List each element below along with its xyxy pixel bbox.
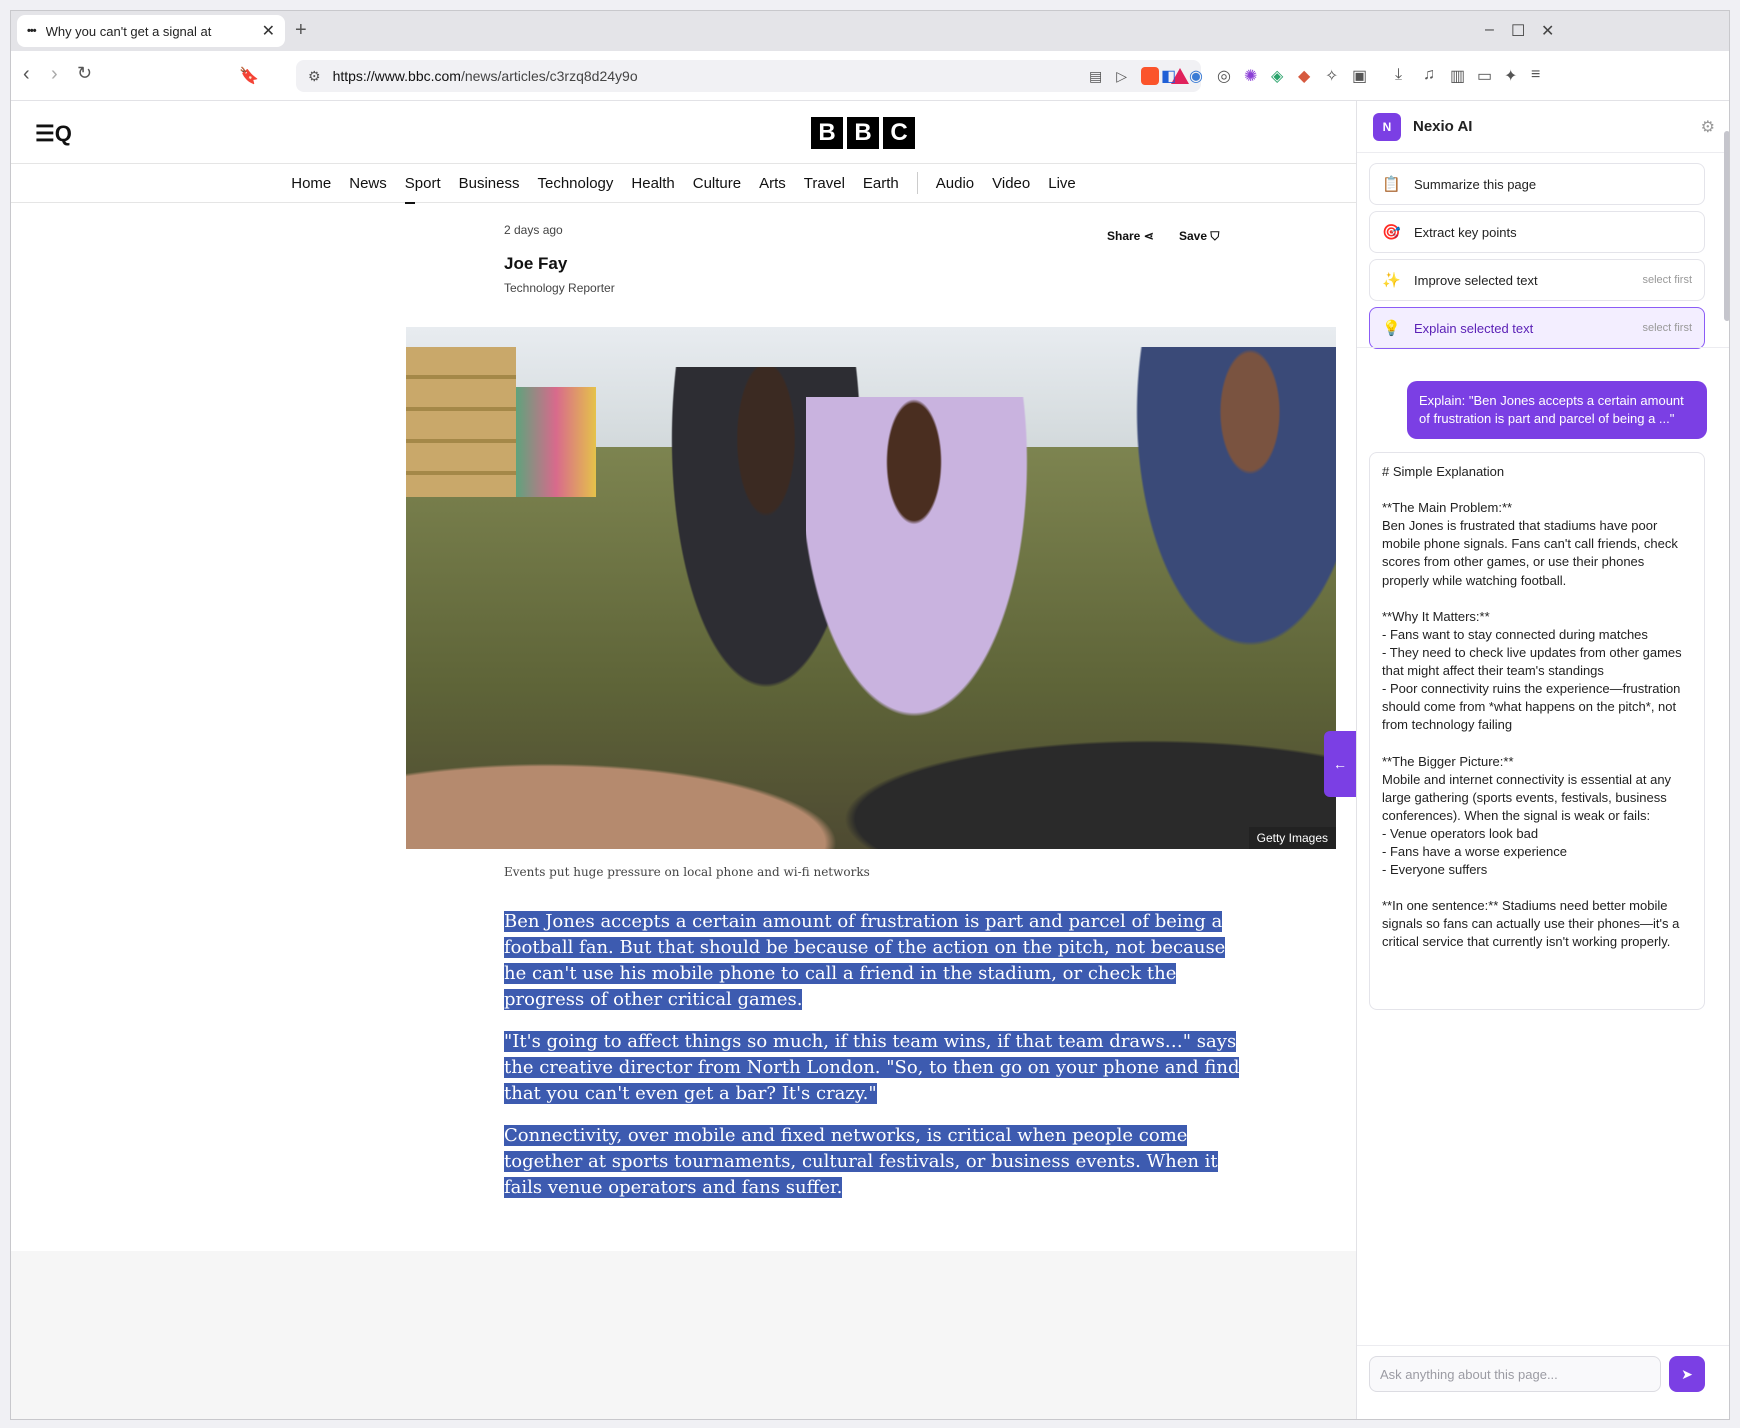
tab-close-icon[interactable]: ✕: [262, 21, 275, 41]
download-icon[interactable]: ⤓: [1395, 66, 1402, 84]
maximize-button[interactable]: ☐: [1511, 21, 1525, 41]
wallet-icon[interactable]: ▭: [1477, 66, 1492, 86]
sparkles-icon: ✨: [1382, 272, 1401, 289]
nav-live[interactable]: Live: [1048, 175, 1076, 192]
nav-travel[interactable]: Travel: [804, 175, 845, 192]
address-bar[interactable]: ⚙ https://www.bbc.com/news/articles/c3rz…: [296, 60, 1201, 92]
action-hint: select first: [1642, 322, 1692, 334]
scrollbar[interactable]: [1724, 131, 1729, 321]
url-text: https://www.bbc.com/news/articles/c3rzq8…: [332, 68, 638, 84]
extension-icon[interactable]: ◈: [1271, 66, 1283, 86]
nav-audio[interactable]: Audio: [936, 175, 974, 192]
reload-icon[interactable]: ↻: [77, 63, 92, 84]
share-icon: ⋖: [1143, 229, 1154, 243]
ai-response: # Simple Explanation **The Main Problem:…: [1369, 452, 1705, 1010]
nav-video[interactable]: Video: [992, 175, 1030, 192]
logo-letter: C: [883, 117, 915, 149]
arrow-left-icon: ←: [1333, 756, 1347, 772]
menu-search-icon[interactable]: ☰Q: [35, 121, 72, 147]
action-hint: select first: [1642, 274, 1692, 286]
quick-actions: 📋 Summarize this page 🎯 Extract key poin…: [1369, 163, 1705, 355]
clipboard-icon: 📋: [1382, 176, 1401, 193]
author-role: Technology Reporter: [504, 281, 615, 295]
extension-icon[interactable]: ◉: [1189, 66, 1203, 86]
bbc-nav: Home News Sport Business Technology Heal…: [11, 163, 1356, 204]
summarize-button[interactable]: 📋 Summarize this page: [1369, 163, 1705, 205]
logo-letter: B: [811, 117, 843, 149]
nav-sport[interactable]: Sport: [404, 175, 441, 204]
nav-culture[interactable]: Culture: [693, 175, 741, 192]
browser-tab[interactable]: ••• Why you can't get a signal at ✕: [17, 15, 285, 47]
nexio-logo: N: [1373, 112, 1401, 141]
browser-toolbar: ‹ › ↻ 🔖 ⚙ https://www.bbc.com/news/artic…: [11, 51, 1729, 101]
extension-icon[interactable]: ▣: [1352, 66, 1367, 86]
back-icon[interactable]: ‹: [23, 63, 30, 86]
bookmark-icon: ⛉: [1210, 229, 1220, 243]
sidebar-header: N Nexio AI ⚙: [1357, 101, 1729, 153]
music-icon[interactable]: ♫: [1423, 66, 1435, 84]
nav-earth[interactable]: Earth: [863, 175, 899, 192]
window-close-button[interactable]: ✕: [1541, 21, 1554, 41]
favicon-icon: •••: [27, 25, 37, 37]
forward-icon[interactable]: ›: [51, 63, 58, 86]
bbc-logo[interactable]: B B C: [811, 117, 915, 149]
menu-icon[interactable]: ≡: [1531, 66, 1540, 84]
share-page-icon[interactable]: ▷: [1116, 68, 1127, 85]
site-info-icon[interactable]: ⚙: [308, 68, 321, 85]
nav-business[interactable]: Business: [459, 175, 520, 192]
paragraph: Connectivity, over mobile and fixed netw…: [504, 1125, 1218, 1198]
image-credit: Getty Images: [1248, 827, 1336, 849]
collapse-sidebar-button[interactable]: ←: [1324, 731, 1356, 797]
user-message: Explain: "Ben Jones accepts a certain am…: [1407, 381, 1707, 439]
extensions-puzzle-icon[interactable]: ✧: [1325, 66, 1338, 86]
page-footer-area: [11, 1251, 1356, 1419]
new-tab-button[interactable]: +: [295, 19, 307, 42]
article-body: Ben Jones accepts a certain amount of fr…: [504, 909, 1244, 1217]
sidebar-toggle-icon[interactable]: ▥: [1450, 66, 1465, 86]
nav-technology[interactable]: Technology: [538, 175, 614, 192]
hero-image: Getty Images: [406, 327, 1336, 849]
extension-icon[interactable]: ◆: [1298, 66, 1310, 86]
logo-letter: B: [847, 117, 879, 149]
reader-mode-icon[interactable]: ▤: [1089, 68, 1102, 85]
improve-text-button[interactable]: ✨ Improve selected text select first: [1369, 259, 1705, 301]
paragraph: Ben Jones accepts a certain amount of fr…: [504, 911, 1226, 1010]
tab-title: Why you can't get a signal at: [45, 23, 212, 39]
author-name[interactable]: Joe Fay: [504, 254, 567, 274]
paragraph: "It's going to affect things so much, if…: [504, 1031, 1240, 1104]
send-button[interactable]: ➤: [1669, 1356, 1705, 1392]
chat-input[interactable]: [1369, 1356, 1661, 1392]
article-timestamp: 2 days ago: [504, 223, 563, 237]
nav-home[interactable]: Home: [291, 175, 331, 192]
minimize-button[interactable]: –: [1485, 21, 1494, 39]
explain-text-button[interactable]: 💡 Explain selected text select first: [1369, 307, 1705, 349]
camera-icon[interactable]: ◎: [1217, 66, 1231, 86]
nav-divider: [916, 172, 918, 194]
brave-shields-icon[interactable]: [1141, 67, 1159, 85]
nav-news[interactable]: News: [349, 175, 387, 192]
browser-window: ••• Why you can't get a signal at ✕ + – …: [10, 10, 1730, 1420]
leo-ai-icon[interactable]: ✦: [1504, 66, 1517, 86]
extract-key-points-button[interactable]: 🎯 Extract key points: [1369, 211, 1705, 253]
target-icon: 🎯: [1382, 224, 1401, 241]
password-manager-icon[interactable]: ◧: [1161, 66, 1176, 86]
extension-icon[interactable]: ✺: [1244, 66, 1257, 86]
sidebar-title: Nexio AI: [1413, 118, 1473, 135]
image-caption: Events put huge pressure on local phone …: [504, 865, 870, 879]
chat-composer: ➤: [1357, 1345, 1729, 1419]
bookmark-icon[interactable]: 🔖: [239, 66, 259, 86]
nav-arts[interactable]: Arts: [759, 175, 786, 192]
nav-health[interactable]: Health: [631, 175, 674, 192]
divider: [1357, 347, 1729, 348]
web-page: ☰Q B B C Home News Sport Business Techno…: [11, 101, 1356, 1419]
settings-gear-icon[interactable]: ⚙: [1701, 117, 1715, 137]
ai-sidebar: N Nexio AI ⚙ 📋 Summarize this page 🎯 Ext…: [1356, 101, 1729, 1419]
lightbulb-icon: 💡: [1382, 320, 1401, 337]
share-button[interactable]: Share ⋖: [1107, 229, 1154, 243]
tab-strip: ••• Why you can't get a signal at ✕ + – …: [11, 11, 1729, 51]
send-icon: ➤: [1681, 1365, 1693, 1382]
save-button[interactable]: Save ⛉: [1179, 229, 1219, 244]
